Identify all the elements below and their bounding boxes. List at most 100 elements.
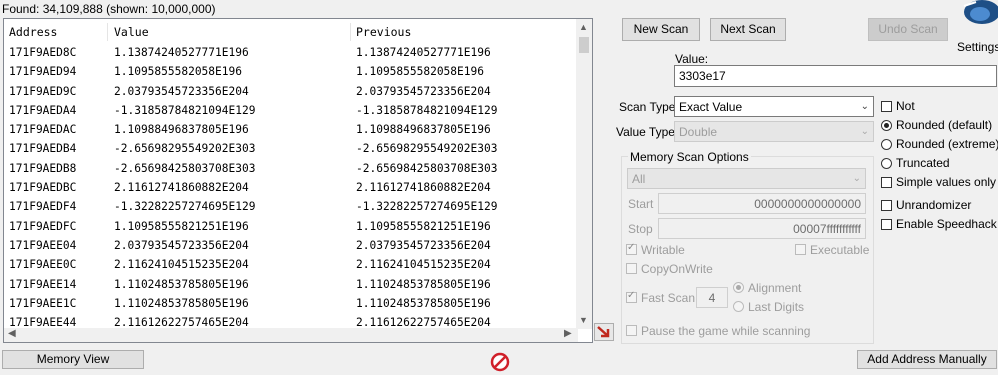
not-label[interactable]: Not <box>896 99 915 113</box>
cell-previous: 1.11024853785805E196 <box>356 296 491 310</box>
scroll-down-icon[interactable]: ▼ <box>579 315 588 325</box>
cell-value: 2.11624104515235E204 <box>114 258 249 272</box>
table-row[interactable]: 171F9AEE14 1.11024853785805E196 1.11024853… <box>4 275 578 294</box>
cell-value: 1.11024853785805E196 <box>114 277 249 291</box>
found-count-label: Found: 34,109,888 (shown: 10,000,000) <box>2 2 216 16</box>
table-row[interactable]: 171F9AEDAC 1.10988496837805E196 1.10988496… <box>4 120 578 139</box>
column-divider[interactable] <box>107 23 108 41</box>
table-row[interactable]: 171F9AEE04 2.03793545723356E204 2.03793545… <box>4 236 578 255</box>
fast-scan-label[interactable]: Fast Scan <box>641 291 695 305</box>
simple-values-label[interactable]: Simple values only <box>896 175 996 189</box>
rounded-extreme-radio[interactable] <box>881 139 892 150</box>
table-row[interactable]: 171F9AED8C 1.13874240527771E196 1.13874240… <box>4 43 578 62</box>
rounded-default-label[interactable]: Rounded (default) <box>896 118 992 132</box>
table-row[interactable]: 171F9AEDF4 -1.32282257274695E129 -1.322822… <box>4 197 578 216</box>
table-row[interactable]: 171F9AEDBC 2.11612741860882E204 2.11612741… <box>4 178 578 197</box>
cell-address: 171F9AEE0C <box>9 258 77 272</box>
cell-previous: 2.11612741860882E204 <box>356 181 491 195</box>
cell-previous: -1.31858784821094E129 <box>356 103 498 117</box>
cell-address: 171F9AEE04 <box>9 238 77 252</box>
start-address-input[interactable]: 0000000000000000 <box>658 193 866 214</box>
results-header: Address Value Previous <box>4 21 578 43</box>
writable-checkbox[interactable] <box>626 242 637 255</box>
value-type-select[interactable]: Double ⌄ <box>674 121 874 142</box>
add-to-list-button[interactable] <box>594 323 614 341</box>
horizontal-scrollbar[interactable]: ◀ ▶ <box>4 328 578 342</box>
cell-value: 1.10988496837805E196 <box>114 123 249 137</box>
value-label: Value: <box>675 52 709 66</box>
scroll-left-icon[interactable]: ◀ <box>8 328 16 339</box>
copyonwrite-label[interactable]: CopyOnWrite <box>641 262 713 276</box>
cell-address: 171F9AEDAC <box>9 123 77 137</box>
last-digits-radio[interactable] <box>733 301 744 312</box>
column-header-previous[interactable]: Previous <box>356 25 411 39</box>
cell-previous: 1.10958555821251E196 <box>356 219 491 233</box>
fast-scan-checkbox[interactable] <box>626 290 637 303</box>
memory-view-button[interactable]: Memory View <box>2 350 144 369</box>
column-header-address[interactable]: Address <box>9 25 57 39</box>
table-row[interactable]: 171F9AEDB8 -2.65698425803708E303 -2.656984… <box>4 159 578 178</box>
cell-value: 1.1095855582058E196 <box>114 65 242 79</box>
scan-results-list[interactable]: Address Value Previous 171F9AED8C 1.13874… <box>3 18 593 343</box>
pause-game-checkbox[interactable] <box>626 325 637 336</box>
cell-previous: 1.13874240527771E196 <box>356 46 491 59</box>
speedhack-label[interactable]: Enable Speedhack <box>896 217 997 231</box>
executable-checkbox[interactable] <box>795 244 806 255</box>
table-row[interactable]: 171F9AEDFC 1.10958555821251E196 1.10958555… <box>4 217 578 236</box>
cell-address: 171F9AEE1C <box>9 296 77 310</box>
table-row[interactable]: 171F9AEE1C 1.11024853785805E196 1.11024853… <box>4 294 578 313</box>
cell-address: 171F9AEE14 <box>9 277 77 291</box>
table-row[interactable]: 171F9AED9C 2.03793545723356E204 2.03793545… <box>4 82 578 101</box>
truncated-label[interactable]: Truncated <box>896 156 950 170</box>
unrandomizer-checkbox[interactable] <box>881 200 892 211</box>
alignment-label[interactable]: Alignment <box>748 281 801 295</box>
memory-region-select[interactable]: All ⌄ <box>627 168 866 189</box>
scroll-thumb[interactable] <box>579 37 589 53</box>
not-checkbox[interactable] <box>881 101 892 112</box>
memory-region-value: All <box>632 172 646 186</box>
writable-label[interactable]: Writable <box>641 243 685 257</box>
cell-address: 171F9AEDF4 <box>9 200 77 214</box>
settings-logo[interactable] <box>952 0 998 40</box>
next-scan-button[interactable]: Next Scan <box>710 18 786 41</box>
table-row[interactable]: 171F9AEDA4 -1.31858784821094E129 -1.318587… <box>4 101 578 120</box>
settings-label[interactable]: Settings <box>957 40 998 54</box>
new-scan-button[interactable]: New Scan <box>622 18 700 41</box>
cell-address: 171F9AEDB8 <box>9 161 77 175</box>
truncated-radio[interactable] <box>881 158 892 169</box>
cell-previous: 2.03793545723356E204 <box>356 84 491 98</box>
column-header-value[interactable]: Value <box>114 25 149 39</box>
speedhack-checkbox[interactable] <box>881 219 892 230</box>
cell-previous: -2.65698425803708E303 <box>356 161 498 175</box>
scroll-up-icon[interactable]: ▲ <box>579 22 588 32</box>
pause-game-label[interactable]: Pause the game while scanning <box>641 324 810 338</box>
value-input[interactable]: 3303e17 <box>674 65 997 87</box>
table-row[interactable]: 171F9AED94 1.1095855582058E196 1.109585558… <box>4 62 578 81</box>
cell-address: 171F9AED94 <box>9 65 77 79</box>
clear-list-button[interactable] <box>490 352 510 372</box>
rounded-extreme-label[interactable]: Rounded (extreme) <box>896 137 998 151</box>
scan-type-select[interactable]: Exact Value ⌄ <box>674 96 874 117</box>
fast-scan-input[interactable]: 4 <box>696 287 728 308</box>
undo-scan-button[interactable]: Undo Scan <box>868 18 948 41</box>
add-address-manually-button[interactable]: Add Address Manually <box>857 350 997 369</box>
cell-address: 171F9AEDBC <box>9 181 77 195</box>
last-digits-label[interactable]: Last Digits <box>748 300 804 314</box>
scan-type-label: Scan Type <box>619 100 676 114</box>
column-divider[interactable] <box>350 23 351 41</box>
cell-value: 2.03793545723356E204 <box>114 238 249 252</box>
alignment-radio[interactable] <box>733 282 744 293</box>
stop-address-input[interactable]: 00007fffffffffff <box>658 218 866 239</box>
table-row[interactable]: 171F9AEE0C 2.11624104515235E204 2.11624104… <box>4 255 578 274</box>
copyonwrite-checkbox[interactable] <box>626 263 637 274</box>
simple-values-checkbox[interactable] <box>881 177 892 188</box>
vertical-scrollbar[interactable]: ▲ ▼ <box>576 19 592 329</box>
unrandomizer-label[interactable]: Unrandomizer <box>896 198 971 212</box>
rounded-default-radio[interactable] <box>881 120 892 131</box>
cell-value: -2.65698425803708E303 <box>114 161 256 175</box>
scroll-right-icon[interactable]: ▶ <box>564 328 572 339</box>
executable-label[interactable]: Executable <box>810 243 869 257</box>
chevron-down-icon: ⌄ <box>860 126 869 137</box>
cell-previous: 1.11024853785805E196 <box>356 277 491 291</box>
table-row[interactable]: 171F9AEDB4 -2.65698295549202E303 -2.656982… <box>4 139 578 158</box>
